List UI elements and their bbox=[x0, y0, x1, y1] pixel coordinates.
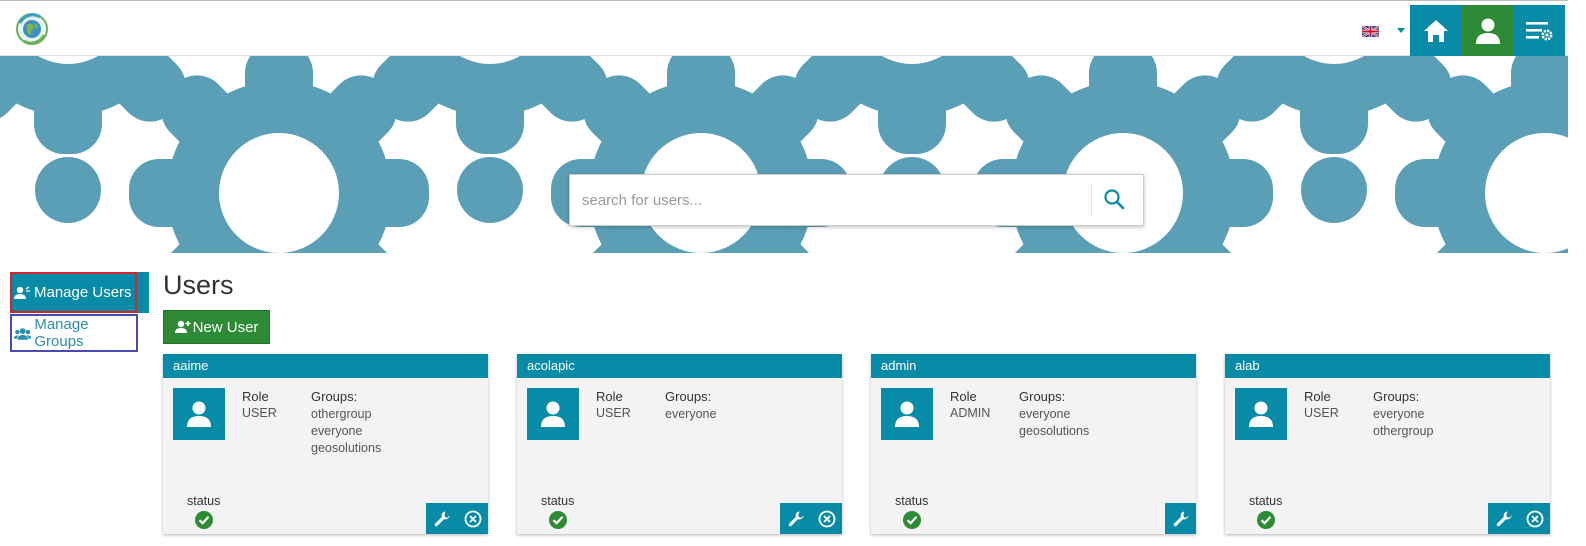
edit-user-button[interactable] bbox=[780, 503, 811, 534]
app-logo[interactable] bbox=[14, 13, 50, 45]
sidebar-item-manage-users[interactable]: Manage Users bbox=[10, 272, 149, 313]
wrench-icon bbox=[1173, 511, 1188, 526]
status-label: status bbox=[541, 494, 575, 508]
new-user-button[interactable]: New User bbox=[163, 310, 270, 344]
search-divider bbox=[1091, 183, 1092, 217]
user-card: alab Role USER Groups: everyone othergro… bbox=[1225, 354, 1550, 534]
role-value: USER bbox=[242, 406, 277, 420]
home-button[interactable] bbox=[1410, 5, 1462, 57]
user-avatar-icon bbox=[187, 401, 211, 427]
groups-list: othergroup everyone geosolutions bbox=[311, 406, 381, 457]
role-value: USER bbox=[596, 406, 631, 420]
sidebar-item-manage-groups[interactable]: Manage Groups bbox=[10, 314, 138, 352]
wrench-icon bbox=[434, 511, 449, 526]
edit-user-button[interactable] bbox=[426, 503, 457, 534]
group-item: geosolutions bbox=[311, 441, 382, 455]
group-item: geosolutions bbox=[1019, 424, 1090, 438]
user-search-box bbox=[569, 174, 1144, 226]
avatar bbox=[881, 388, 933, 440]
home-icon bbox=[1424, 20, 1448, 42]
status-active-icon bbox=[903, 511, 921, 529]
role-value: ADMIN bbox=[950, 406, 991, 420]
group-item: othergroup bbox=[1373, 424, 1434, 438]
group-item: everyone bbox=[665, 407, 717, 421]
groups-list: everyone othergroup bbox=[1373, 406, 1433, 440]
user-name: admin bbox=[871, 354, 1196, 378]
user-name: alab bbox=[1225, 354, 1550, 378]
remove-icon bbox=[1526, 510, 1543, 527]
user-card: aaime Role USER Groups: othergroup every… bbox=[163, 354, 488, 534]
wrench-icon bbox=[788, 511, 803, 526]
language-dropdown-caret-icon[interactable] bbox=[1397, 28, 1405, 33]
search-icon[interactable] bbox=[1102, 187, 1128, 213]
role-label: Role bbox=[1304, 389, 1331, 404]
groups-label: Groups: bbox=[1019, 389, 1066, 404]
status-label: status bbox=[895, 494, 929, 508]
settings-menu-icon bbox=[1526, 22, 1553, 41]
status-active-icon bbox=[195, 511, 213, 529]
group-item: everyone bbox=[1019, 407, 1071, 421]
status-label: status bbox=[1249, 494, 1283, 508]
group-item: everyone bbox=[1373, 407, 1425, 421]
user-account-button[interactable] bbox=[1462, 5, 1514, 57]
user-avatar-icon bbox=[895, 401, 919, 427]
role-label: Role bbox=[950, 389, 977, 404]
user-icon bbox=[1476, 18, 1500, 44]
group-item: othergroup bbox=[311, 407, 372, 421]
groups-list: everyone geosolutions bbox=[1019, 406, 1089, 440]
delete-user-button[interactable] bbox=[1519, 503, 1550, 534]
delete-user-button[interactable] bbox=[457, 503, 488, 534]
groups-label: Groups: bbox=[311, 389, 358, 404]
status-active-icon bbox=[549, 511, 567, 529]
user-avatar-icon bbox=[541, 401, 565, 427]
edit-user-button[interactable] bbox=[1165, 503, 1196, 534]
highlight-box bbox=[10, 272, 137, 313]
add-user-icon bbox=[174, 320, 191, 333]
edit-user-button[interactable] bbox=[1488, 503, 1519, 534]
status-label: status bbox=[187, 494, 221, 508]
avatar bbox=[527, 388, 579, 440]
user-name: aaime bbox=[163, 354, 488, 378]
page: Manage Users Manage Groups Users New Use… bbox=[0, 0, 1586, 546]
user-name: acolapic bbox=[517, 354, 842, 378]
role-value: USER bbox=[1304, 406, 1339, 420]
group-item: everyone bbox=[311, 424, 363, 438]
user-card: acolapic Role USER Groups: everyone stat… bbox=[517, 354, 842, 534]
settings-menu-button[interactable] bbox=[1513, 5, 1565, 57]
remove-icon bbox=[818, 510, 835, 527]
new-user-label: New User bbox=[192, 318, 259, 336]
remove-icon bbox=[464, 510, 481, 527]
groups-list: everyone bbox=[665, 406, 716, 423]
role-label: Role bbox=[242, 389, 269, 404]
groups-label: Groups: bbox=[1373, 389, 1420, 404]
wrench-icon bbox=[1496, 511, 1511, 526]
user-card: admin Role ADMIN Groups: everyone geosol… bbox=[871, 354, 1196, 534]
role-label: Role bbox=[596, 389, 623, 404]
delete-user-button[interactable] bbox=[811, 503, 842, 534]
avatar bbox=[1235, 388, 1287, 440]
search-input[interactable] bbox=[570, 175, 1090, 225]
groups-label: Groups: bbox=[665, 389, 712, 404]
status-active-icon bbox=[1257, 511, 1275, 529]
top-navbar bbox=[0, 0, 1568, 57]
avatar bbox=[173, 388, 225, 440]
user-avatar-icon bbox=[1249, 401, 1273, 427]
uk-flag-icon[interactable] bbox=[1362, 26, 1379, 37]
page-title: Users bbox=[163, 270, 234, 300]
highlight-box bbox=[10, 314, 138, 352]
